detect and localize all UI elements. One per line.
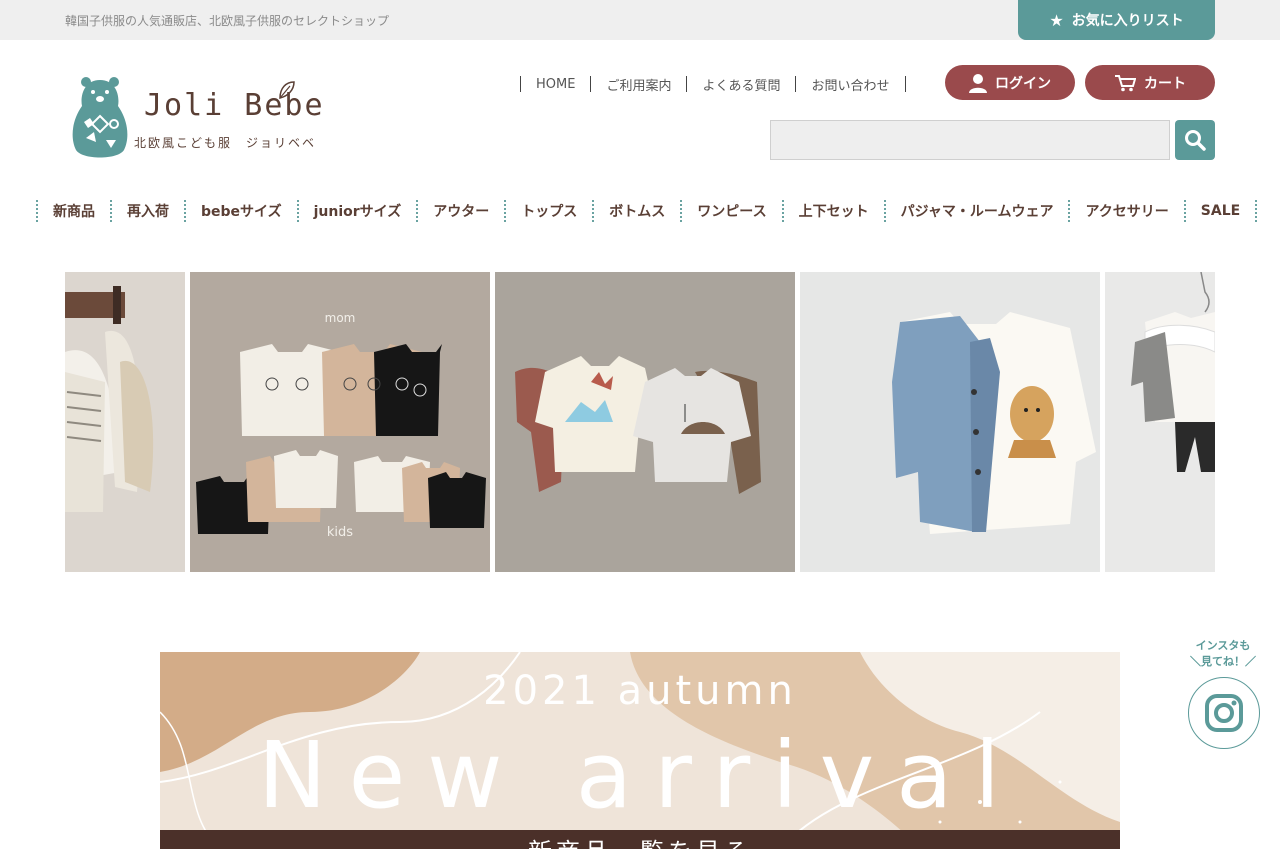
login-label: ログイン xyxy=(995,75,1051,92)
cart-button[interactable]: カート xyxy=(1085,65,1215,100)
nav-guide-link[interactable]: ご利用案内 xyxy=(591,75,686,94)
slide-caption-bottom: kids xyxy=(327,525,353,540)
cart-icon xyxy=(1115,74,1136,91)
slide-image-ruffle-top[interactable] xyxy=(1105,272,1215,572)
user-icon xyxy=(969,73,987,93)
product-image-slider[interactable]: mom kids xyxy=(65,272,1215,572)
category-junior-size[interactable]: juniorサイズ xyxy=(299,201,417,221)
new-arrival-banner[interactable]: 2021 autumn New arrival 新商品一覧を見る xyxy=(160,652,1120,849)
banner-title: New arrival xyxy=(257,722,1023,829)
favorites-label: お気に入りリスト xyxy=(1071,13,1184,29)
category-accessories[interactable]: アクセサリー xyxy=(1070,201,1183,221)
search-button[interactable] xyxy=(1175,120,1215,160)
nav-divider xyxy=(904,76,906,92)
login-button[interactable]: ログイン xyxy=(945,65,1075,100)
logo-text: Joli Bebe xyxy=(144,88,325,123)
category-one-piece[interactable]: ワンピース xyxy=(682,201,781,221)
category-tops[interactable]: トップス xyxy=(506,201,592,221)
category-sets[interactable]: 上下セット xyxy=(784,201,884,221)
instagram-label-line2: ＼見てね！／ xyxy=(1190,655,1256,668)
category-bottoms[interactable]: ボトムス xyxy=(594,201,680,221)
category-new-items[interactable]: 新商品 xyxy=(38,201,110,221)
instagram-label-line1: インスタも xyxy=(1195,639,1251,652)
category-sale[interactable]: SALE xyxy=(1186,203,1255,219)
star-icon: ★ xyxy=(1049,10,1064,30)
slide-caption-top: mom xyxy=(325,311,356,325)
search-icon xyxy=(1185,130,1206,151)
slide-image-denim-jacket[interactable] xyxy=(800,272,1100,572)
slide-image-hanging-clothes[interactable] xyxy=(65,272,185,572)
favorites-list-button[interactable]: ★ お気に入りリスト xyxy=(1018,0,1215,40)
new-items-cta[interactable]: 新商品一覧を見る xyxy=(160,830,1120,849)
header-nav: HOME ご利用案内 よくある質問 お問い合わせ xyxy=(520,72,906,96)
instagram-icon xyxy=(1205,694,1243,732)
cart-label: カート xyxy=(1144,75,1186,92)
instagram-button[interactable] xyxy=(1188,677,1260,749)
slide-image-dino-sweatshirts[interactable] xyxy=(495,272,795,572)
top-bar: 韓国子供服の人気通販店、北欧風子供服のセレクトショップ ★ お気に入りリスト xyxy=(0,0,1280,40)
category-bebe-size[interactable]: bebeサイズ xyxy=(186,201,297,221)
slide-image-tshirts[interactable]: mom kids xyxy=(190,272,490,572)
banner-year: 2021 autumn xyxy=(483,668,797,714)
nav-faq-link[interactable]: よくある質問 xyxy=(687,75,795,94)
nav-contact-link[interactable]: お問い合わせ xyxy=(796,75,904,94)
bear-logo-icon xyxy=(72,77,128,158)
nav-home-link[interactable]: HOME xyxy=(521,77,590,92)
instagram-label: インスタも ＼見てね！／ xyxy=(1186,638,1260,670)
site-tagline: 韓国子供服の人気通販店、北欧風子供服のセレクトショップ xyxy=(65,14,390,28)
category-restock[interactable]: 再入荷 xyxy=(112,201,184,221)
search-input[interactable] xyxy=(770,120,1170,160)
logo-subtitle: 北欧風こども服 ジョリベベ xyxy=(134,136,317,150)
category-pajamas[interactable]: パジャマ・ルームウェア xyxy=(886,201,1069,221)
category-outer[interactable]: アウター xyxy=(418,201,504,221)
category-nav: 新商品 再入荷 bebeサイズ juniorサイズ アウター トップス ボトムス… xyxy=(36,200,1258,222)
